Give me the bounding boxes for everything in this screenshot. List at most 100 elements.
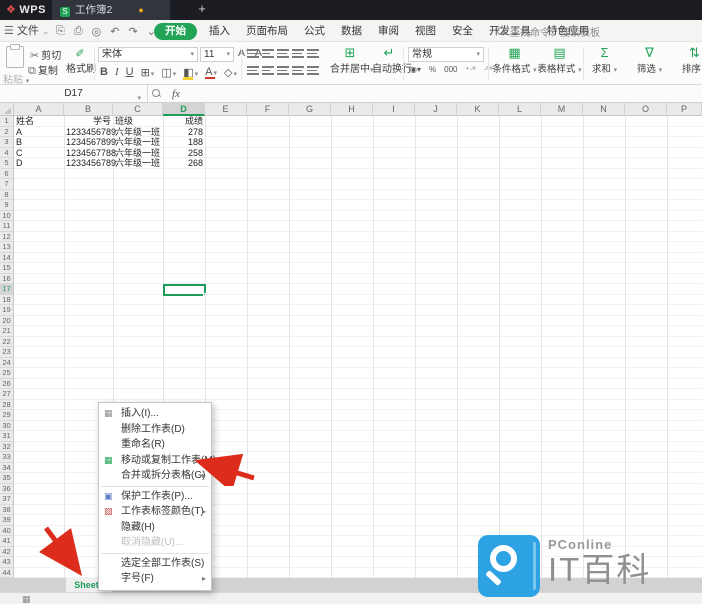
paste-button[interactable]: [6, 44, 24, 68]
row-header-14[interactable]: 14: [0, 253, 13, 263]
currency-style-button[interactable]: ◉▾: [410, 65, 421, 74]
valign-top-button[interactable]: [247, 49, 259, 58]
row-header-17[interactable]: 17: [0, 284, 13, 295]
row-header-24[interactable]: 24: [0, 358, 13, 368]
row-header-39[interactable]: 39: [0, 515, 13, 526]
menu-tab-数据[interactable]: 数据: [333, 20, 370, 42]
column-header-M[interactable]: M: [541, 103, 583, 116]
row-header-36[interactable]: 36: [0, 484, 13, 494]
menu-item-选定全部工作表[interactable]: 选定全部工作表(S): [99, 556, 211, 572]
distribute-button[interactable]: [307, 66, 319, 75]
row-header-40[interactable]: 40: [0, 526, 13, 536]
column-header-O[interactable]: O: [625, 103, 667, 116]
paste-label[interactable]: 粘贴 ▾: [3, 71, 29, 86]
row-header-37[interactable]: 37: [0, 494, 13, 505]
indent-decrease-button[interactable]: [292, 49, 304, 58]
print-icon[interactable]: ⎙: [74, 25, 83, 38]
row-header-32[interactable]: 32: [0, 442, 13, 452]
row-header-9[interactable]: 9: [0, 200, 13, 211]
fill-color-button[interactable]: ◧▾: [183, 66, 198, 80]
column-header-B[interactable]: B: [64, 103, 113, 116]
cell-B2[interactable]: 1233456789: [64, 127, 116, 138]
row-header-41[interactable]: 41: [0, 536, 13, 547]
row-header-19[interactable]: 19: [0, 305, 13, 316]
row-header-21[interactable]: 21: [0, 326, 13, 337]
row-header-10[interactable]: 10: [0, 211, 13, 221]
increase-decimal-button[interactable]: ⁺·⁰: [465, 65, 475, 74]
row-header-16[interactable]: 16: [0, 274, 13, 284]
row-header-5[interactable]: 5: [0, 158, 13, 169]
undo-icon[interactable]: ↶: [110, 25, 119, 38]
row-header-6[interactable]: 6: [0, 169, 13, 179]
cell-A1[interactable]: 姓名: [14, 116, 64, 127]
cut-button[interactable]: ✂ 剪切: [30, 47, 61, 62]
cell-C1[interactable]: 班级: [113, 116, 163, 127]
menu-item-删除工作表[interactable]: 删除工作表(D): [99, 422, 211, 438]
draw-border-button[interactable]: ◫▾: [161, 66, 176, 79]
cell-C5[interactable]: 六年级一班: [113, 158, 163, 169]
row-header-13[interactable]: 13: [0, 242, 13, 253]
cell-B4[interactable]: 1234567788: [64, 148, 116, 159]
cell-B3[interactable]: 1234567899: [64, 137, 116, 148]
underline-button[interactable]: U: [126, 66, 134, 78]
column-header-G[interactable]: G: [289, 103, 331, 116]
font-family-select[interactable]: 宋体 ▾: [98, 47, 198, 62]
valign-bottom-button[interactable]: [277, 49, 289, 58]
document-tab[interactable]: S 工作簿2 ●: [52, 0, 170, 20]
row-header-35[interactable]: 35: [0, 473, 13, 484]
format-painter-button[interactable]: ✐ 格式刷: [66, 47, 96, 75]
indent-increase-button[interactable]: [307, 49, 319, 58]
column-header-F[interactable]: F: [247, 103, 289, 116]
number-format-select[interactable]: 常规 ▾: [408, 47, 484, 62]
file-menu[interactable]: ☰ 文件 ⌄: [4, 20, 49, 42]
valign-middle-button[interactable]: [262, 49, 274, 58]
column-header-C[interactable]: C: [113, 103, 163, 116]
menu-item-隐藏[interactable]: 隐藏(H): [99, 520, 211, 536]
row-header-26[interactable]: 26: [0, 379, 13, 389]
column-header-K[interactable]: K: [457, 103, 499, 116]
row-header-44[interactable]: 44: [0, 568, 13, 578]
row-header-1[interactable]: 1: [0, 116, 13, 127]
row-header-29[interactable]: 29: [0, 410, 13, 421]
justify-button[interactable]: [292, 66, 304, 75]
merge-center-button[interactable]: ⊞ 合并居中▾: [330, 46, 374, 76]
cell-B5[interactable]: 1233456789: [64, 158, 116, 169]
row-header-12[interactable]: 12: [0, 232, 13, 242]
cell-D3[interactable]: 188: [163, 137, 205, 148]
menu-tab-公式[interactable]: 公式: [296, 20, 333, 42]
save-icon[interactable]: ⎘: [56, 25, 65, 38]
select-all-corner[interactable]: [0, 103, 14, 116]
column-header-P[interactable]: P: [667, 103, 702, 116]
cell-A4[interactable]: C: [14, 148, 64, 159]
cell-D5[interactable]: 268: [163, 158, 205, 169]
row-header-38[interactable]: 38: [0, 505, 13, 515]
cell-B1[interactable]: 学号: [64, 116, 113, 127]
clear-format-button[interactable]: ◇▾: [224, 66, 237, 79]
row-header-11[interactable]: 11: [0, 221, 13, 232]
font-size-select[interactable]: 11 ▾: [200, 47, 234, 62]
row-header-8[interactable]: 8: [0, 190, 13, 200]
column-header-I[interactable]: I: [373, 103, 415, 116]
cell-D2[interactable]: 278: [163, 127, 205, 138]
new-document-tab-button[interactable]: +: [192, 0, 212, 20]
comma-style-button[interactable]: 000: [444, 65, 457, 74]
redo-icon[interactable]: ↷: [128, 25, 137, 38]
row-header-25[interactable]: 25: [0, 368, 13, 379]
active-cell-D17[interactable]: [163, 284, 206, 296]
column-header-L[interactable]: L: [499, 103, 541, 116]
row-header-7[interactable]: 7: [0, 179, 13, 190]
menu-item-工作表标签颜色[interactable]: ▨ 工作表标签颜色(T) ▸: [99, 504, 211, 520]
row-header-23[interactable]: 23: [0, 347, 13, 358]
column-header-E[interactable]: E: [205, 103, 247, 116]
cell-D1[interactable]: 成绩: [163, 116, 205, 127]
cell-D4[interactable]: 258: [163, 148, 205, 159]
wrap-text-button[interactable]: ↵ 自动换行: [372, 46, 412, 76]
menu-tab-页面布局[interactable]: 页面布局: [238, 20, 296, 42]
menu-tab-视图[interactable]: 视图: [407, 20, 444, 42]
menu-tab-开始[interactable]: 开始: [154, 22, 197, 40]
cell-C4[interactable]: 六年级一班: [113, 148, 163, 159]
row-header-27[interactable]: 27: [0, 389, 13, 400]
copy-button[interactable]: ⧉ 复制: [28, 62, 58, 78]
row-header-34[interactable]: 34: [0, 463, 13, 473]
menu-tab-审阅[interactable]: 审阅: [370, 20, 407, 42]
